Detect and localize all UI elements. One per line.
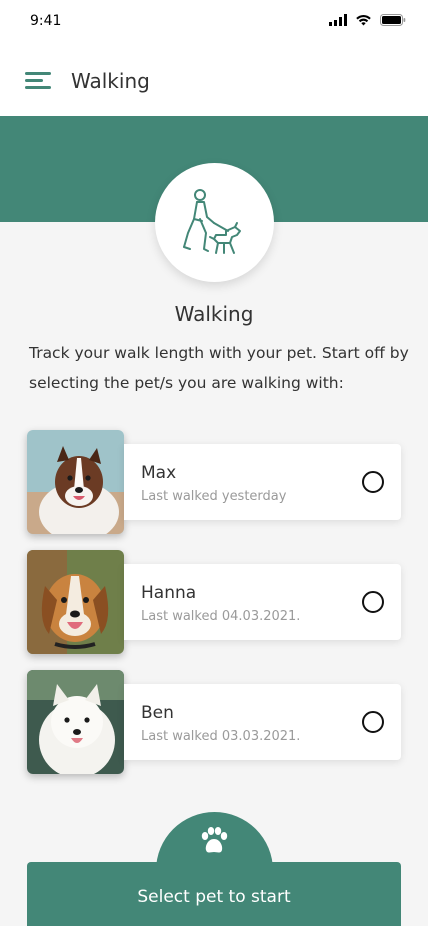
- intro-text: Track your walk length with your pet. St…: [29, 344, 409, 392]
- pet-card-max[interactable]: Max Last walked yesterday: [124, 444, 401, 520]
- status-icons: [329, 14, 406, 26]
- pet-photo-ben: [27, 670, 124, 774]
- pet-name: Max: [141, 463, 177, 483]
- wifi-icon: [356, 14, 371, 26]
- pet-row-hanna: Hanna Last walked 04.03.2021.: [27, 550, 401, 654]
- pet-photo-hanna: [27, 550, 124, 654]
- hero-badge: [155, 163, 274, 282]
- pet-last-walked: Last walked 04.03.2021.: [141, 609, 301, 624]
- pet-last-walked: Last walked yesterday: [141, 489, 287, 504]
- pet-name: Ben: [141, 703, 174, 723]
- status-time: 9:41: [30, 13, 62, 29]
- pet-select-radio[interactable]: [362, 711, 384, 733]
- person-walking-dog-icon: [182, 188, 241, 254]
- start-walk-button[interactable]: Select pet to start: [27, 862, 401, 926]
- battery-icon: [380, 14, 406, 26]
- paw-icon: [201, 827, 228, 853]
- pet-select-radio[interactable]: [362, 591, 384, 613]
- app-bar: Walking: [0, 44, 428, 116]
- app-title: Walking: [71, 69, 150, 93]
- pet-card-hanna[interactable]: Hanna Last walked 04.03.2021.: [124, 564, 401, 640]
- status-bar: 9:41: [0, 0, 428, 44]
- hamburger-menu-icon[interactable]: [25, 72, 51, 90]
- cellular-signal-icon: [329, 14, 347, 26]
- pet-select-radio[interactable]: [362, 471, 384, 493]
- pet-photo-max: [27, 430, 124, 534]
- pet-name: Hanna: [141, 583, 197, 603]
- pet-row-ben: Ben Last walked 03.03.2021.: [27, 670, 401, 774]
- pet-card-ben[interactable]: Ben Last walked 03.03.2021.: [124, 684, 401, 760]
- pet-last-walked: Last walked 03.03.2021.: [141, 729, 301, 744]
- section-title: Walking: [174, 302, 254, 326]
- pet-row-max: Max Last walked yesterday: [27, 430, 401, 534]
